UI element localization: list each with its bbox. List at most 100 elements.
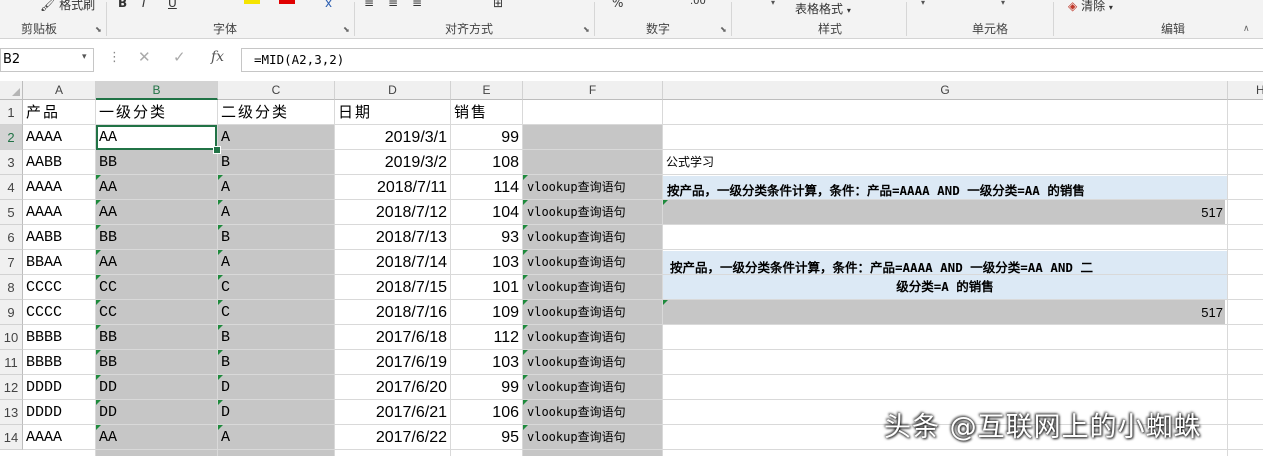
chevron-down-icon[interactable]: ▾: [1001, 0, 1005, 7]
cell-b1[interactable]: 一级分类: [96, 100, 218, 124]
question-2-line-1[interactable]: 按产品，一级分类条件计算，条件：产品=AAAA AND 一级分类=AA AND …: [670, 257, 1093, 276]
col-header-h[interactable]: H: [1228, 81, 1263, 100]
cell-b[interactable]: BB: [96, 150, 218, 174]
col-header-d[interactable]: D: [335, 81, 451, 100]
formula-input[interactable]: =MID(A2,3,2): [241, 48, 1263, 72]
cell-d[interactable]: 2018/7/12: [335, 200, 451, 224]
row-header[interactable]: 9: [0, 300, 23, 325]
cell-c[interactable]: B: [218, 325, 335, 349]
cell-e[interactable]: 109: [451, 300, 523, 324]
cell-a[interactable]: AABB: [23, 225, 96, 249]
collapse-ribbon-icon[interactable]: ∧: [1243, 24, 1250, 34]
cell-d[interactable]: 2017/6/18: [335, 325, 451, 349]
cell-e[interactable]: 93: [451, 225, 523, 249]
col-header-c[interactable]: C: [218, 81, 335, 100]
cell-a[interactable]: BBBB: [23, 325, 96, 349]
question-2-line-2[interactable]: 级分类=A 的销售: [663, 276, 1227, 295]
cell-d[interactable]: 2019/3/2: [335, 150, 451, 174]
cell-e[interactable]: 99: [451, 125, 523, 149]
cell-f[interactable]: [523, 125, 663, 149]
chevron-down-icon[interactable]: ▾: [771, 0, 775, 7]
cell-c[interactable]: C: [218, 300, 335, 324]
phonetic-icon[interactable]: x: [325, 0, 332, 10]
cell-a[interactable]: AAAA: [23, 200, 96, 224]
dialog-launcher-icon[interactable]: ⬊: [720, 25, 727, 34]
cell-a[interactable]: CCCC: [23, 300, 96, 324]
cell-e[interactable]: 103: [451, 350, 523, 374]
row-header[interactable]: 6: [0, 225, 23, 250]
cell-c[interactable]: B: [218, 150, 335, 174]
row-header[interactable]: 13: [0, 400, 23, 425]
cell-b[interactable]: CC: [96, 275, 218, 299]
cell-e[interactable]: 106: [451, 400, 523, 424]
cell-c[interactable]: A: [218, 125, 335, 149]
cell-c[interactable]: A: [218, 200, 335, 224]
dialog-launcher-icon[interactable]: ⬊: [583, 25, 590, 34]
fill-color-button[interactable]: [244, 0, 260, 4]
more-options-icon[interactable]: ⋮: [108, 50, 121, 65]
table-format-button[interactable]: 表格格式 ▾: [795, 0, 851, 17]
cell-d[interactable]: 2018/7/11: [335, 175, 451, 199]
cell-a[interactable]: AAAA: [23, 125, 96, 149]
cell-d1[interactable]: 日期: [335, 100, 451, 124]
bold-button[interactable]: B: [118, 0, 127, 10]
cell-d[interactable]: 2018/7/14: [335, 250, 451, 274]
cell-e[interactable]: 95: [451, 425, 523, 449]
merge-center-icon[interactable]: ⊞: [493, 0, 503, 10]
cell-f[interactable]: vlookup查询语句: [523, 175, 663, 199]
cell-f[interactable]: vlookup查询语句: [523, 275, 663, 299]
cell-a[interactable]: AAAA: [23, 425, 96, 449]
align-center-icon[interactable]: ≡: [388, 0, 398, 10]
cell-b[interactable]: BB: [96, 350, 218, 374]
cell-f[interactable]: vlookup查询语句: [523, 400, 663, 424]
cell-d[interactable]: 2018/7/15: [335, 275, 451, 299]
row-header[interactable]: 7: [0, 250, 23, 275]
cell-b[interactable]: AA: [96, 425, 218, 449]
cell-a[interactable]: AABB: [23, 150, 96, 174]
cell-e[interactable]: 101: [451, 275, 523, 299]
cell-a[interactable]: BBBB: [23, 350, 96, 374]
cell-f[interactable]: vlookup查询语句: [523, 300, 663, 324]
decimal-icon[interactable]: .00: [690, 0, 706, 7]
cell-e[interactable]: 112: [451, 325, 523, 349]
underline-button[interactable]: U: [168, 0, 177, 10]
font-color-button[interactable]: [279, 0, 295, 4]
italic-button[interactable]: I: [142, 0, 146, 10]
cell-a[interactable]: BBAA: [23, 250, 96, 274]
cell-d[interactable]: 2017/6/19: [335, 350, 451, 374]
col-header-g[interactable]: G: [663, 81, 1228, 100]
name-box[interactable]: B2: [0, 48, 94, 72]
cell-f[interactable]: [523, 150, 663, 174]
cell-c[interactable]: A: [218, 175, 335, 199]
row-header[interactable]: 2: [0, 125, 23, 150]
cell-c[interactable]: D: [218, 400, 335, 424]
cell-e[interactable]: 99: [451, 375, 523, 399]
cell-a[interactable]: AAAA: [23, 175, 96, 199]
row-header[interactable]: 11: [0, 350, 23, 375]
cell-f[interactable]: vlookup查询语句: [523, 425, 663, 449]
insert-function-icon[interactable]: fx: [211, 49, 224, 65]
enter-icon[interactable]: ✓: [173, 48, 186, 66]
cell-b[interactable]: AA: [96, 125, 218, 149]
cell-e[interactable]: 104: [451, 200, 523, 224]
col-header-b[interactable]: B: [96, 81, 218, 100]
cell-d[interactable]: 2017/6/22: [335, 425, 451, 449]
cell-f[interactable]: vlookup查询语句: [523, 375, 663, 399]
cell-b[interactable]: BB: [96, 325, 218, 349]
row-header[interactable]: 12: [0, 375, 23, 400]
row-header[interactable]: 5: [0, 200, 23, 225]
dialog-launcher-icon[interactable]: ⬊: [343, 25, 350, 34]
cell-b[interactable]: AA: [96, 175, 218, 199]
cell-b[interactable]: AA: [96, 250, 218, 274]
cell-e[interactable]: 103: [451, 250, 523, 274]
col-header-a[interactable]: A: [23, 81, 96, 100]
question-1[interactable]: 按产品，一级分类条件计算，条件：产品=AAAA AND 一级分类=AA 的销售: [667, 180, 1085, 199]
cell-a[interactable]: DDDD: [23, 375, 96, 399]
row-header[interactable]: 3: [0, 150, 23, 175]
answer-2[interactable]: 517: [663, 300, 1223, 324]
format-painter-button[interactable]: 🖌 格式刷: [40, 0, 95, 13]
cell-c[interactable]: D: [218, 375, 335, 399]
cell-a1[interactable]: 产品: [23, 100, 96, 124]
align-right-icon[interactable]: ≡: [412, 0, 422, 10]
cell-d[interactable]: 2018/7/13: [335, 225, 451, 249]
